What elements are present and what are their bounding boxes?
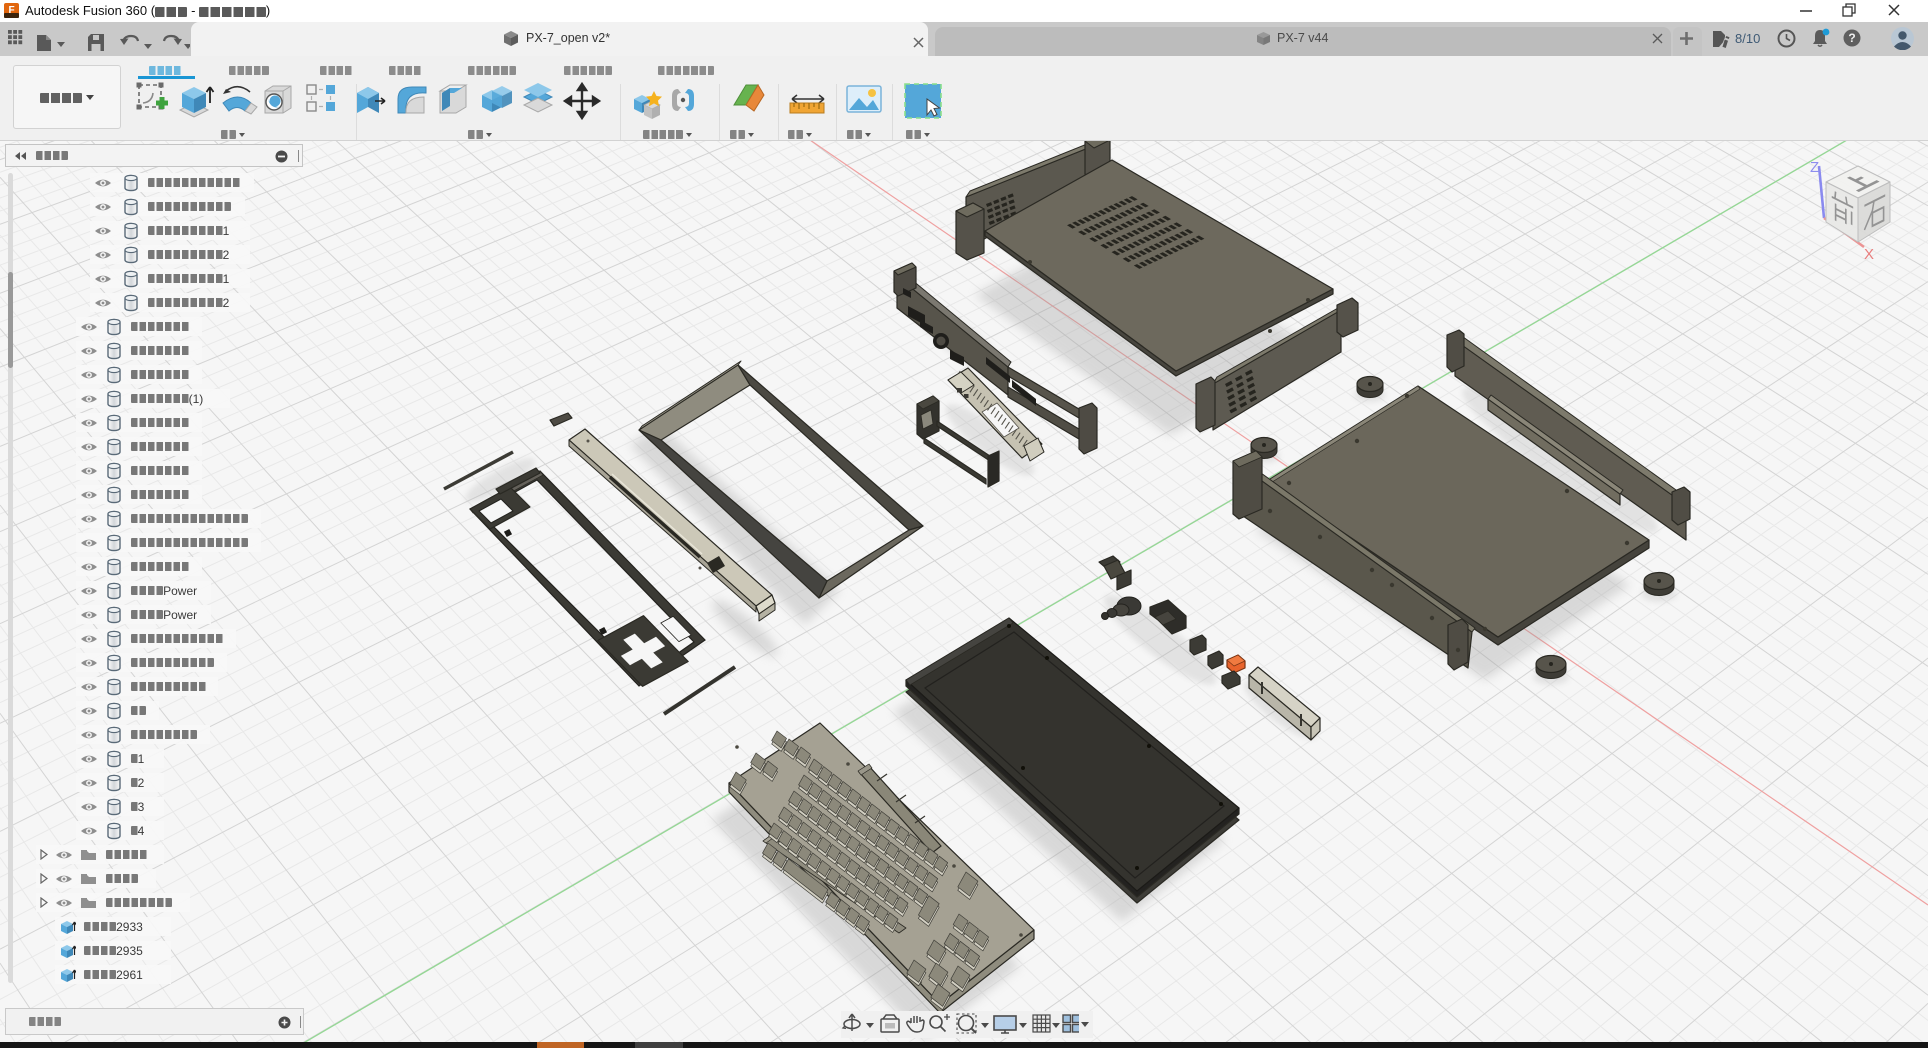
svg-text:Z: Z	[1810, 159, 1819, 176]
svg-text:X: X	[1864, 246, 1874, 263]
svg-text:F: F	[8, 5, 14, 16]
svg-text:?: ?	[1848, 31, 1855, 45]
